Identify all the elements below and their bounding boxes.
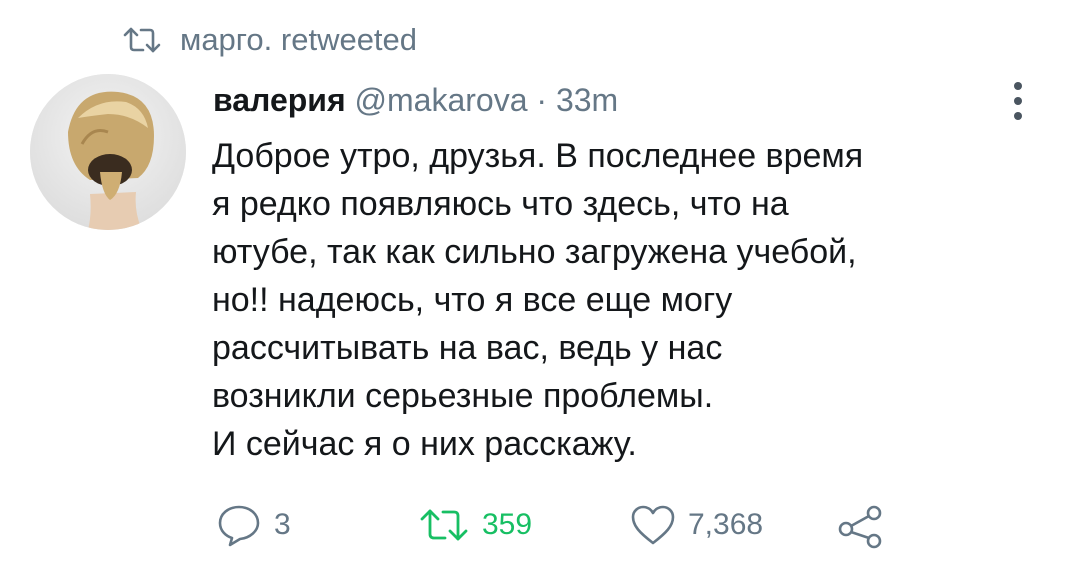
tweet-timestamp[interactable]: 33m: [556, 82, 618, 118]
tweet-meta: валерия @makarova · 33m: [213, 78, 618, 122]
tweet-text-line: возникли серьезные проблемы.: [212, 377, 714, 415]
retweet-count: 359: [482, 508, 533, 541]
author-name[interactable]: валерия: [213, 82, 346, 118]
tweet-text: Доброе утро, друзья. В последнее время я…: [212, 132, 1032, 468]
more-dot: [1014, 112, 1022, 120]
retweet-header[interactable]: марго. retweeted: [122, 20, 417, 60]
retweet-header-label: марго. retweeted: [180, 22, 418, 57]
like-button[interactable]: 7,368: [630, 503, 763, 547]
share-button[interactable]: [836, 503, 886, 549]
author-handle[interactable]: @makarova: [355, 82, 528, 118]
tweet-text-line: я редко появляюсь что здесь, что на: [212, 185, 789, 223]
meta-separator: ·: [536, 82, 548, 118]
reply-button[interactable]: 3: [216, 503, 291, 547]
more-dot: [1014, 97, 1022, 105]
retweet-icon: [418, 507, 470, 543]
avatar-image: [30, 74, 186, 230]
reply-icon: [216, 503, 262, 547]
retweet-icon: [122, 26, 162, 54]
tweet-text-line: рассчитывать на вас, ведь у нас: [212, 329, 723, 367]
tweet-text-line: ютубе, так как сильно загружена учебой,: [212, 233, 857, 271]
tweet-text-line: И сейчас я о них расскажу.: [212, 425, 637, 463]
reply-count: 3: [274, 508, 291, 541]
retweet-button[interactable]: 359: [418, 503, 532, 547]
share-icon: [836, 503, 886, 549]
tweet-text-line: Доброе утро, друзья. В последнее время: [212, 137, 864, 175]
tweet-actions: 3 359 7,368: [0, 503, 1079, 553]
tweet-text-line: но!! надеюсь, что я все еще могу: [212, 281, 733, 319]
more-options-button[interactable]: [1006, 80, 1030, 122]
like-count: 7,368: [688, 508, 764, 541]
heart-icon: [630, 504, 676, 546]
avatar[interactable]: [30, 74, 186, 230]
more-dot: [1014, 82, 1022, 90]
